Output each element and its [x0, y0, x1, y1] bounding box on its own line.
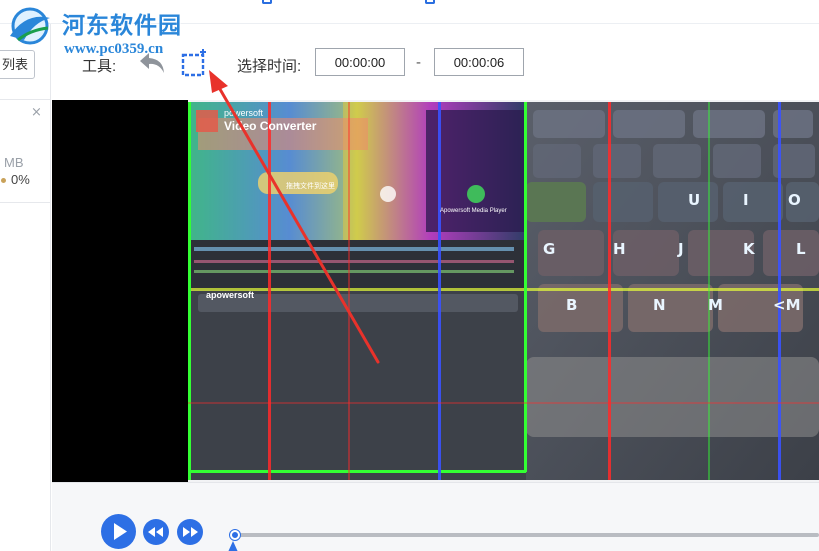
playback-controls	[52, 482, 819, 551]
key-label: J	[677, 240, 684, 258]
video-overlay-brand: powersoft	[224, 108, 264, 118]
fast-forward-button[interactable]	[177, 519, 203, 545]
play-icon	[114, 523, 127, 540]
file-list-panel: 列表 × MB 0%	[0, 24, 51, 551]
file-progress: 0%	[11, 172, 30, 187]
key-label: H	[613, 240, 626, 258]
video-overlay-cn-text: 拖拽文件到这里	[286, 181, 335, 190]
key-label: G	[543, 240, 555, 258]
video-overlay-subbrand: apowersoft	[206, 290, 254, 300]
video-preview-area: powersoft Video Converter 拖拽文件到这里 Apower…	[52, 100, 819, 482]
app-window: 河东软件园 www.pc0359.cn 列表 × MB 0% 工具: 选择时间:…	[0, 0, 819, 551]
divider	[0, 202, 51, 203]
status-dot-icon	[1, 178, 6, 183]
key-label: L	[796, 240, 806, 258]
timeline-track[interactable]	[235, 533, 819, 537]
play-button[interactable]	[101, 514, 136, 549]
watermark: 河东软件园 www.pc0359.cn	[4, 2, 214, 62]
top-tab-icon[interactable]	[262, 0, 272, 4]
select-time-label: 选择时间:	[237, 58, 302, 75]
watermark-url: www.pc0359.cn	[64, 41, 164, 57]
key-label: B	[566, 296, 577, 314]
file-size: MB	[4, 155, 24, 170]
rewind-button[interactable]	[143, 519, 169, 545]
video-overlay-player: Apowersoft Media Player	[440, 208, 507, 214]
key-label: K	[743, 240, 756, 258]
watermark-logo-icon	[10, 7, 50, 45]
key-label: U	[688, 191, 700, 209]
close-icon[interactable]: ×	[31, 106, 42, 120]
key-label: O	[788, 191, 801, 209]
key-label: N	[653, 296, 666, 314]
video-letterbox	[52, 100, 188, 482]
fast-forward-icon	[183, 527, 198, 537]
video-frame[interactable]: powersoft Video Converter 拖拽文件到这里 Apower…	[188, 102, 819, 480]
divider	[0, 99, 51, 100]
video-frame-image: powersoft Video Converter 拖拽文件到这里 Apower…	[188, 102, 819, 480]
key-label: I	[743, 191, 749, 209]
timeline-handle[interactable]	[230, 530, 240, 540]
key-label: <M	[773, 296, 801, 314]
top-tab-icon[interactable]	[425, 0, 435, 4]
key-label: M	[708, 296, 723, 314]
rewind-icon	[148, 527, 163, 537]
start-time-input[interactable]	[315, 48, 405, 76]
timeline-start-marker[interactable]	[228, 541, 238, 551]
end-time-input[interactable]	[434, 48, 524, 76]
watermark-title: 河东软件园	[62, 12, 182, 39]
time-range-separator: -	[416, 54, 421, 71]
video-overlay-product: Video Converter	[224, 119, 317, 133]
